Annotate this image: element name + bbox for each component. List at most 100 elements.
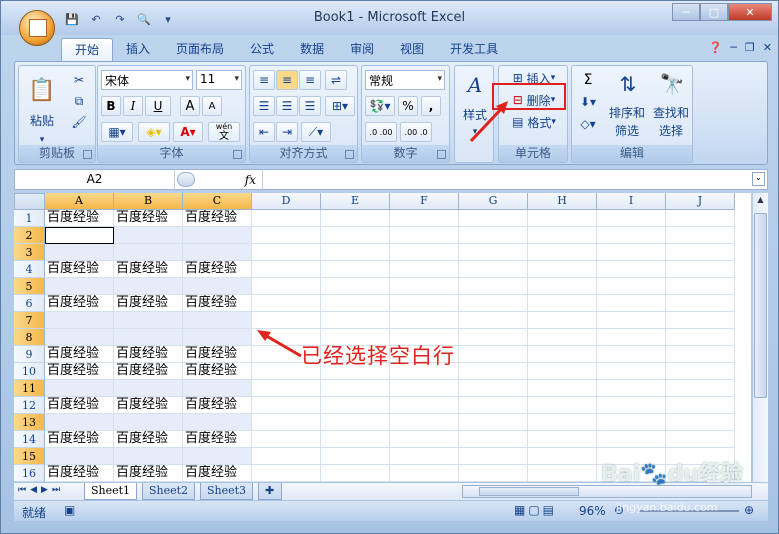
row-header-9[interactable]: 9 <box>14 346 45 363</box>
tab-formulas[interactable]: 公式 <box>237 38 287 62</box>
cell-B8[interactable] <box>114 329 183 346</box>
row-header-12[interactable]: 12 <box>14 397 45 414</box>
tab-developer[interactable]: 开发工具 <box>437 38 511 62</box>
sheet-nav-icon[interactable]: ⏮◀▶⏭ <box>18 485 64 495</box>
cell-F14[interactable] <box>390 431 459 448</box>
cell-A15[interactable] <box>45 448 114 465</box>
align-center-icon[interactable]: ☰ <box>276 96 298 116</box>
formula-expand-icon[interactable]: ⌄ <box>752 172 765 186</box>
cell-H4[interactable] <box>528 261 597 278</box>
cell-A3[interactable] <box>45 244 114 261</box>
scroll-up-icon[interactable]: ▲ <box>754 195 767 209</box>
cell-C3[interactable] <box>183 244 252 261</box>
cell-A1[interactable]: 百度经验 <box>45 210 114 227</box>
sheet-tab-2[interactable]: Sheet2 <box>142 483 196 500</box>
cell-G14[interactable] <box>459 431 528 448</box>
vertical-scrollbar[interactable]: ▲ <box>753 193 768 482</box>
cell-H1[interactable] <box>528 210 597 227</box>
alignment-launcher-icon[interactable] <box>345 150 354 159</box>
cell-D5[interactable] <box>252 278 321 295</box>
cell-G8[interactable] <box>459 329 528 346</box>
cell-J7[interactable] <box>666 312 735 329</box>
cell-A9[interactable]: 百度经验 <box>45 346 114 363</box>
cell-I1[interactable] <box>597 210 666 227</box>
cell-J14[interactable] <box>666 431 735 448</box>
cell-E4[interactable] <box>321 261 390 278</box>
cell-D3[interactable] <box>252 244 321 261</box>
cell-A12[interactable]: 百度经验 <box>45 397 114 414</box>
tab-view[interactable]: 视图 <box>387 38 437 62</box>
decrease-indent-icon[interactable]: ⇤ <box>253 122 275 142</box>
cell-D6[interactable] <box>252 295 321 312</box>
cell-E2[interactable] <box>321 227 390 244</box>
column-header-g[interactable]: G <box>459 193 528 210</box>
column-header-c[interactable]: C <box>183 193 252 210</box>
cell-J8[interactable] <box>666 329 735 346</box>
cell-C16[interactable]: 百度经验 <box>183 465 252 482</box>
cell-F15[interactable] <box>390 448 459 465</box>
cell-G10[interactable] <box>459 363 528 380</box>
cell-D14[interactable] <box>252 431 321 448</box>
cell-E16[interactable] <box>321 465 390 482</box>
cell-F3[interactable] <box>390 244 459 261</box>
cell-I13[interactable] <box>597 414 666 431</box>
cell-I4[interactable] <box>597 261 666 278</box>
cell-H10[interactable] <box>528 363 597 380</box>
cell-G11[interactable] <box>459 380 528 397</box>
cell-F16[interactable] <box>390 465 459 482</box>
font-launcher-icon[interactable] <box>233 150 242 159</box>
cell-H8[interactable] <box>528 329 597 346</box>
cell-D15[interactable] <box>252 448 321 465</box>
cell-I5[interactable] <box>597 278 666 295</box>
cell-H7[interactable] <box>528 312 597 329</box>
cell-H3[interactable] <box>528 244 597 261</box>
cell-B5[interactable] <box>114 278 183 295</box>
cell-B4[interactable]: 百度经验 <box>114 261 183 278</box>
row-header-14[interactable]: 14 <box>14 431 45 448</box>
percent-button[interactable]: % <box>398 96 418 116</box>
cell-C8[interactable] <box>183 329 252 346</box>
cell-G15[interactable] <box>459 448 528 465</box>
row-header-16[interactable]: 16 <box>14 465 45 482</box>
column-header-i[interactable]: I <box>597 193 666 210</box>
sort-filter-icon[interactable]: ⇅ <box>608 70 648 98</box>
sheet-tab-1[interactable]: Sheet1 <box>84 483 138 500</box>
font-color-icon[interactable]: A▾ <box>173 122 203 142</box>
cell-B12[interactable]: 百度经验 <box>114 397 183 414</box>
cell-H5[interactable] <box>528 278 597 295</box>
cell-F13[interactable] <box>390 414 459 431</box>
cell-B7[interactable] <box>114 312 183 329</box>
cell-E14[interactable] <box>321 431 390 448</box>
phonetic-button[interactable]: wén 文 <box>208 122 240 142</box>
cell-H15[interactable] <box>528 448 597 465</box>
cell-C13[interactable] <box>183 414 252 431</box>
wrap-text-icon[interactable]: ⇌ <box>325 70 347 90</box>
cell-A4[interactable]: 百度经验 <box>45 261 114 278</box>
cell-A10[interactable]: 百度经验 <box>45 363 114 380</box>
cell-G3[interactable] <box>459 244 528 261</box>
cell-D2[interactable] <box>252 227 321 244</box>
cell-G6[interactable] <box>459 295 528 312</box>
insert-function-icon[interactable]: fx <box>193 170 263 189</box>
row-header-5[interactable]: 5 <box>14 278 45 295</box>
cell-I2[interactable] <box>597 227 666 244</box>
cell-I8[interactable] <box>597 329 666 346</box>
cell-A7[interactable] <box>45 312 114 329</box>
row-header-7[interactable]: 7 <box>14 312 45 329</box>
paste-icon[interactable]: 📋 <box>25 70 59 110</box>
name-box[interactable]: A2 <box>15 170 175 189</box>
h-scroll-thumb[interactable] <box>479 487 579 496</box>
currency-icon[interactable]: 💱▾ <box>365 96 395 116</box>
cell-G1[interactable] <box>459 210 528 227</box>
column-header-h[interactable]: H <box>528 193 597 210</box>
cell-J11[interactable] <box>666 380 735 397</box>
cell-I3[interactable] <box>597 244 666 261</box>
help-icon[interactable]: ❓ <box>709 41 723 54</box>
cell-J2[interactable] <box>666 227 735 244</box>
sort-filter-button-line2[interactable]: 筛选 <box>604 120 650 140</box>
cell-J13[interactable] <box>666 414 735 431</box>
zoom-level[interactable]: 96% <box>579 504 606 518</box>
find-select-icon[interactable]: 🔭 <box>652 70 692 98</box>
cell-B2[interactable] <box>114 227 183 244</box>
cell-I10[interactable] <box>597 363 666 380</box>
